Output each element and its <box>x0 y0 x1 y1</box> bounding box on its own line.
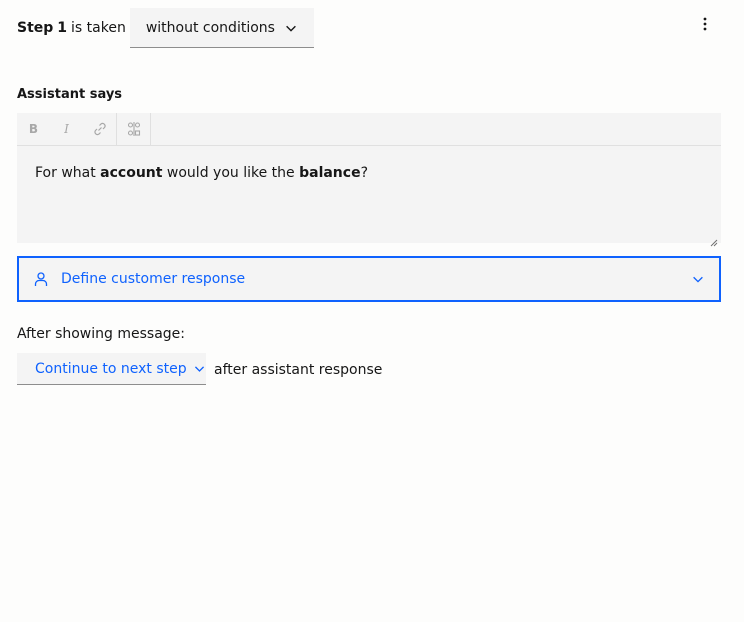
chevron-down-icon <box>284 21 298 35</box>
assistant-message-editor[interactable]: B I For what account would you like the … <box>17 112 721 247</box>
message-bold-account: account <box>100 165 163 181</box>
variable-icon <box>126 121 142 137</box>
insert-variable-button[interactable] <box>117 113 150 146</box>
step-header: Step 1 is taken without conditions <box>17 8 314 48</box>
bold-icon: B <box>28 122 39 136</box>
condition-value: without conditions <box>145 19 275 36</box>
step-number: 1 <box>57 20 68 36</box>
bold-button[interactable]: B <box>17 113 50 146</box>
link-button[interactable] <box>83 113 116 146</box>
after-assistant-response-text: after assistant response <box>214 362 383 378</box>
editor-toolbar: B I <box>17 112 721 146</box>
next-action-dropdown[interactable]: Continue to next step <box>17 353 206 385</box>
overflow-menu-vertical-icon[interactable] <box>694 12 716 36</box>
toolbar-divider <box>150 112 151 146</box>
link-icon <box>92 121 108 137</box>
define-customer-response-accordion[interactable]: Define customer response <box>17 256 721 302</box>
condition-dropdown[interactable]: without conditions <box>129 8 314 48</box>
chevron-down-icon <box>193 362 206 375</box>
message-text: ? <box>360 165 369 181</box>
step-editor-panel: Step 1 is taken without conditions Assis… <box>0 0 744 622</box>
assistant-says-label: Assistant says <box>17 87 123 102</box>
assistant-message-text[interactable]: For what account would you like the bala… <box>17 146 721 200</box>
italic-icon: I <box>64 122 69 136</box>
message-text: would you like the <box>162 165 300 181</box>
message-bold-balance: balance <box>299 165 361 181</box>
next-action-value: Continue to next step <box>35 360 187 377</box>
resize-handle-icon[interactable] <box>710 232 718 247</box>
step-label: Step <box>17 20 54 36</box>
user-icon <box>33 271 49 287</box>
after-showing-message-label: After showing message: <box>17 326 185 342</box>
italic-button[interactable]: I <box>50 113 83 146</box>
is-taken-text: is taken <box>71 20 126 36</box>
chevron-down-icon <box>691 272 705 286</box>
define-customer-response-label: Define customer response <box>61 271 246 287</box>
message-text: For what <box>35 165 101 181</box>
